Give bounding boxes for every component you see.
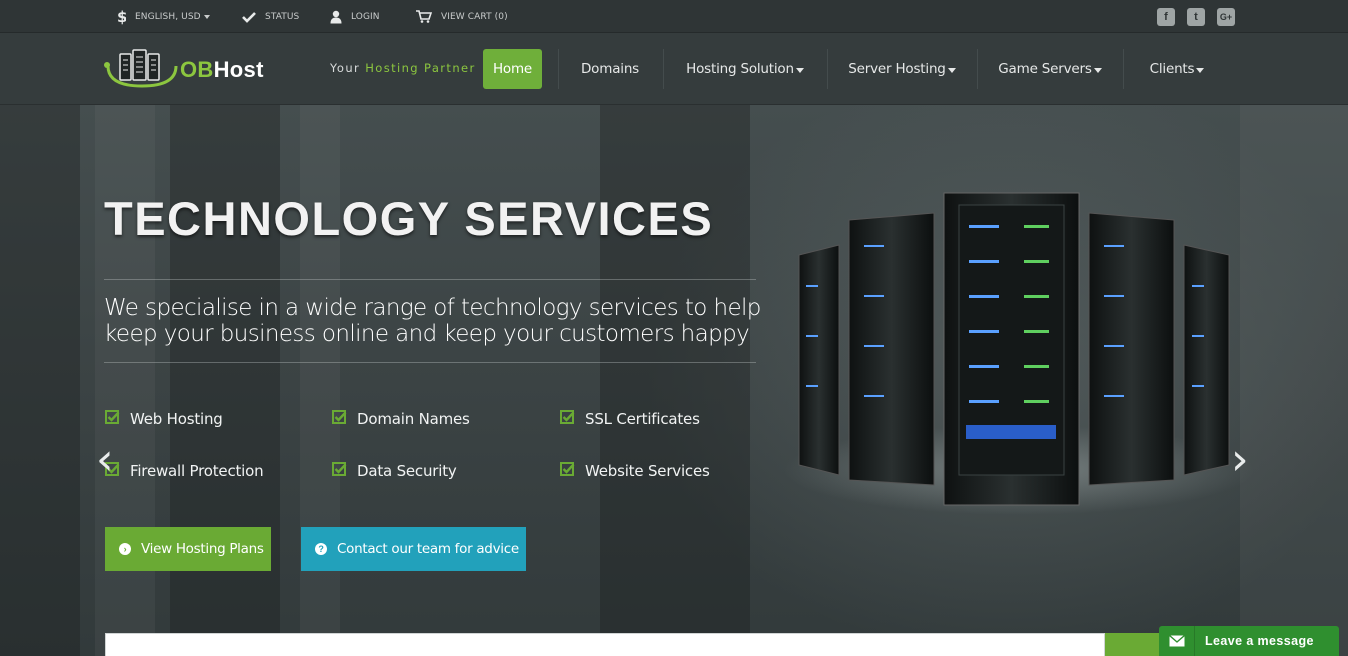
caret-down-icon <box>947 67 956 73</box>
nav-game-servers-label: Game Servers <box>998 61 1092 77</box>
logo[interactable]: OBHost <box>104 48 290 90</box>
feature-label: Website Services <box>585 462 710 480</box>
logo-text: OBHost <box>180 57 264 83</box>
nav-game-servers[interactable]: Game Servers <box>990 49 1110 89</box>
server-logo-icon <box>104 49 178 88</box>
nav-clients-label: Clients <box>1149 61 1195 77</box>
google-plus-icon[interactable]: G+ <box>1217 8 1235 26</box>
chevron-down-icon <box>203 14 210 19</box>
feature-label: Firewall Protection <box>130 462 264 480</box>
logo-ob: OB <box>180 57 214 82</box>
leave-message-widget[interactable]: Leave a message <box>1159 626 1339 656</box>
main-header: OBHost Your Hosting Partner Home Domains… <box>0 33 1348 105</box>
cart-icon <box>416 10 432 23</box>
twitter-glyph: t <box>1194 11 1198 23</box>
hero-divider <box>104 279 756 280</box>
nav-divider <box>977 49 978 89</box>
feature-item: Data Security <box>332 461 457 481</box>
caret-down-icon <box>1196 67 1205 73</box>
view-cart-link[interactable]: VIEW CART (0) <box>416 0 508 33</box>
dollar-icon: $ <box>117 9 126 25</box>
leave-message-label: Leave a message <box>1205 634 1314 648</box>
checkbox-check-icon <box>332 409 347 429</box>
facebook-icon[interactable]: f <box>1157 8 1175 26</box>
caret-down-icon <box>795 67 804 73</box>
facebook-glyph: f <box>1164 11 1168 23</box>
top-bar: $ ENGLISH, USD STATUS LOGIN VIEW CART (0… <box>0 0 1348 33</box>
contact-team-button[interactable]: ? Contact our team for advice <box>301 527 526 571</box>
feature-label: Domain Names <box>357 410 470 428</box>
nav-server-hosting-label: Server Hosting <box>848 61 946 77</box>
svg-text:$: $ <box>117 9 126 25</box>
checkbox-check-icon <box>560 409 575 429</box>
checkbox-check-icon <box>105 409 120 429</box>
feature-item: Website Services <box>560 461 710 481</box>
background-rack <box>600 105 750 656</box>
nav-divider <box>827 49 828 89</box>
background-rack <box>300 105 340 656</box>
feature-item: Domain Names <box>332 409 470 429</box>
nav-clients[interactable]: Clients <box>1136 49 1218 89</box>
feature-item: Firewall Protection <box>105 461 264 481</box>
hero-slider: TECHNOLOGY SERVICES We specialise in a w… <box>0 105 1348 656</box>
background-rack <box>170 105 280 656</box>
background-rack <box>95 105 155 656</box>
nav-divider <box>1123 49 1124 89</box>
slider-prev-arrow[interactable]: ‹ <box>96 438 114 482</box>
view-hosting-plans-label: View Hosting Plans <box>141 541 264 557</box>
question-circle-icon: ? <box>315 543 327 555</box>
feature-label: SSL Certificates <box>585 410 700 428</box>
checkbox-check-icon <box>560 461 575 481</box>
tagline-highlight: Hosting Partner <box>365 61 476 75</box>
feature-item: Web Hosting <box>105 409 223 429</box>
status-link[interactable]: STATUS <box>242 0 299 33</box>
check-icon <box>242 11 256 23</box>
hero-title: TECHNOLOGY SERVICES <box>104 192 714 245</box>
tagline: Your Hosting Partner <box>330 61 476 75</box>
nav-domains-label: Domains <box>580 61 640 77</box>
feature-label: Web Hosting <box>130 410 223 428</box>
logo-host: Host <box>213 57 264 82</box>
slider-next-arrow[interactable]: › <box>1231 438 1249 482</box>
background-rack <box>0 105 80 656</box>
tagline-prefix: Your <box>330 61 361 75</box>
login-link[interactable]: LOGIN <box>330 0 380 33</box>
domain-search-button[interactable] <box>1105 633 1165 656</box>
background-rack <box>1240 105 1348 656</box>
view-hosting-plans-button[interactable]: › View Hosting Plans <box>105 527 271 571</box>
language-label: ENGLISH, USD <box>135 11 201 22</box>
user-icon <box>330 10 342 24</box>
twitter-icon[interactable]: t <box>1187 8 1205 26</box>
domain-search-input[interactable] <box>105 633 1105 656</box>
status-label: STATUS <box>265 11 300 22</box>
cart-label: VIEW CART (0) <box>441 11 508 22</box>
arrow-circle-right-icon: › <box>119 543 131 555</box>
contact-team-label: Contact our team for advice <box>337 541 519 557</box>
nav-server-hosting[interactable]: Server Hosting <box>840 49 964 89</box>
nav-home[interactable]: Home <box>483 49 542 89</box>
checkbox-check-icon <box>332 461 347 481</box>
language-currency-selector[interactable]: $ ENGLISH, USD <box>117 0 210 33</box>
feature-label: Data Security <box>357 462 457 480</box>
server-racks-image <box>784 192 1254 515</box>
hero-divider <box>104 362 756 363</box>
envelope-icon <box>1159 626 1195 656</box>
nav-hosting-solution-label: Hosting Solution <box>686 61 794 77</box>
nav-home-label: Home <box>492 61 533 77</box>
caret-down-icon <box>1093 67 1102 73</box>
hero-description: We specialise in a wide range of technol… <box>104 295 761 347</box>
nav-divider <box>558 49 559 89</box>
nav-hosting-solution[interactable]: Hosting Solution <box>676 49 814 89</box>
login-label: LOGIN <box>351 11 380 22</box>
feature-item: SSL Certificates <box>560 409 700 429</box>
google-plus-glyph: G+ <box>1219 12 1233 22</box>
nav-divider <box>663 49 664 89</box>
nav-domains[interactable]: Domains <box>570 49 650 89</box>
